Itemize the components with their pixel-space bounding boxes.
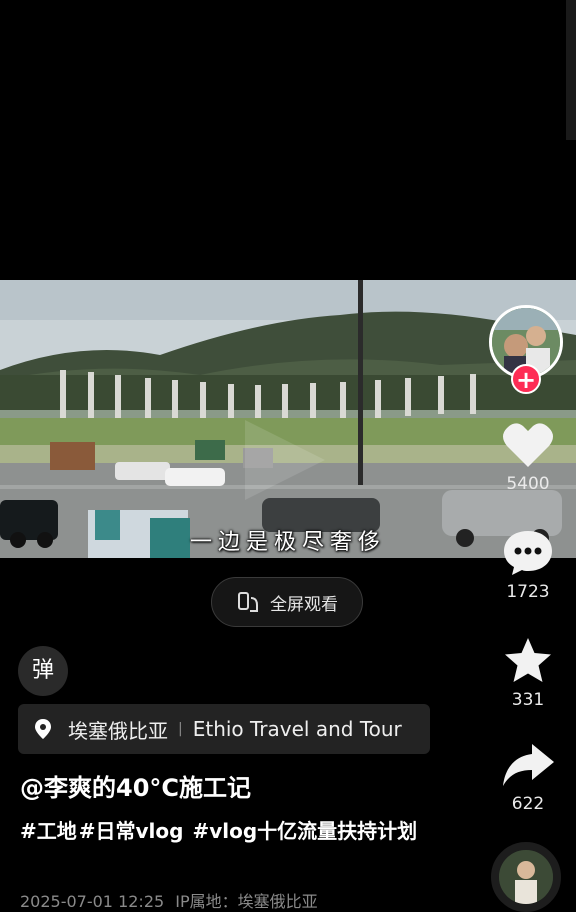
app-screen: 一边是极尽奢侈 全屏观看 + 5400 1723 331 622 弹 埃塞俄比亚… [0, 0, 576, 912]
comment-count: 1723 [506, 582, 550, 602]
fullscreen-button[interactable]: 全屏观看 [211, 577, 363, 627]
hashtag-item[interactable]: #日常vlog [79, 819, 184, 843]
top-edge-bar [566, 0, 576, 140]
fullscreen-rotate-icon [238, 592, 258, 612]
post-meta: 2025-07-01 12:25 IP属地：埃塞俄比亚 [20, 888, 318, 912]
author-name[interactable]: @李爽的40°C施工记 [20, 768, 251, 803]
like-button[interactable]: 5400 [493, 420, 563, 494]
comment-button[interactable]: 1723 [493, 528, 563, 602]
like-count: 5400 [506, 474, 550, 494]
share-button[interactable]: 622 [493, 740, 563, 814]
video-subtitle: 一边是极尽奢侈 [189, 530, 386, 555]
fullscreen-label: 全屏观看 [270, 594, 338, 615]
hashtag-list: #工地 #日常vlog #vlog十亿流量扶持计划 [20, 815, 450, 847]
music-disc[interactable] [491, 842, 561, 912]
location-tag[interactable]: 埃塞俄比亚 | Ethio Travel and Tour [18, 704, 430, 754]
star-icon [505, 638, 551, 682]
location-separator: | [178, 721, 183, 737]
danmaku-button[interactable]: 弹 [18, 646, 68, 696]
video-frame-scene [0, 280, 576, 558]
favorite-count: 331 [511, 690, 545, 710]
location-pin-icon [35, 719, 51, 739]
follow-button[interactable]: + [511, 364, 541, 394]
ip-location: IP属地：埃塞俄比亚 [175, 892, 318, 911]
share-count: 622 [511, 794, 545, 814]
post-timestamp: 2025-07-01 12:25 [20, 892, 165, 911]
hashtag-item[interactable]: #vlog十亿流量扶持计划 [192, 819, 417, 843]
share-arrow-icon [503, 744, 554, 786]
heart-icon [503, 423, 553, 467]
location-poi: Ethio Travel and Tour [192, 717, 402, 741]
comment-icon [504, 531, 552, 575]
favorite-button[interactable]: 331 [493, 636, 563, 710]
hashtag-item[interactable]: #工地 [20, 819, 77, 843]
location-place: 埃塞俄比亚 [68, 718, 168, 743]
music-cover-image [499, 850, 553, 904]
video-player[interactable] [0, 280, 576, 558]
